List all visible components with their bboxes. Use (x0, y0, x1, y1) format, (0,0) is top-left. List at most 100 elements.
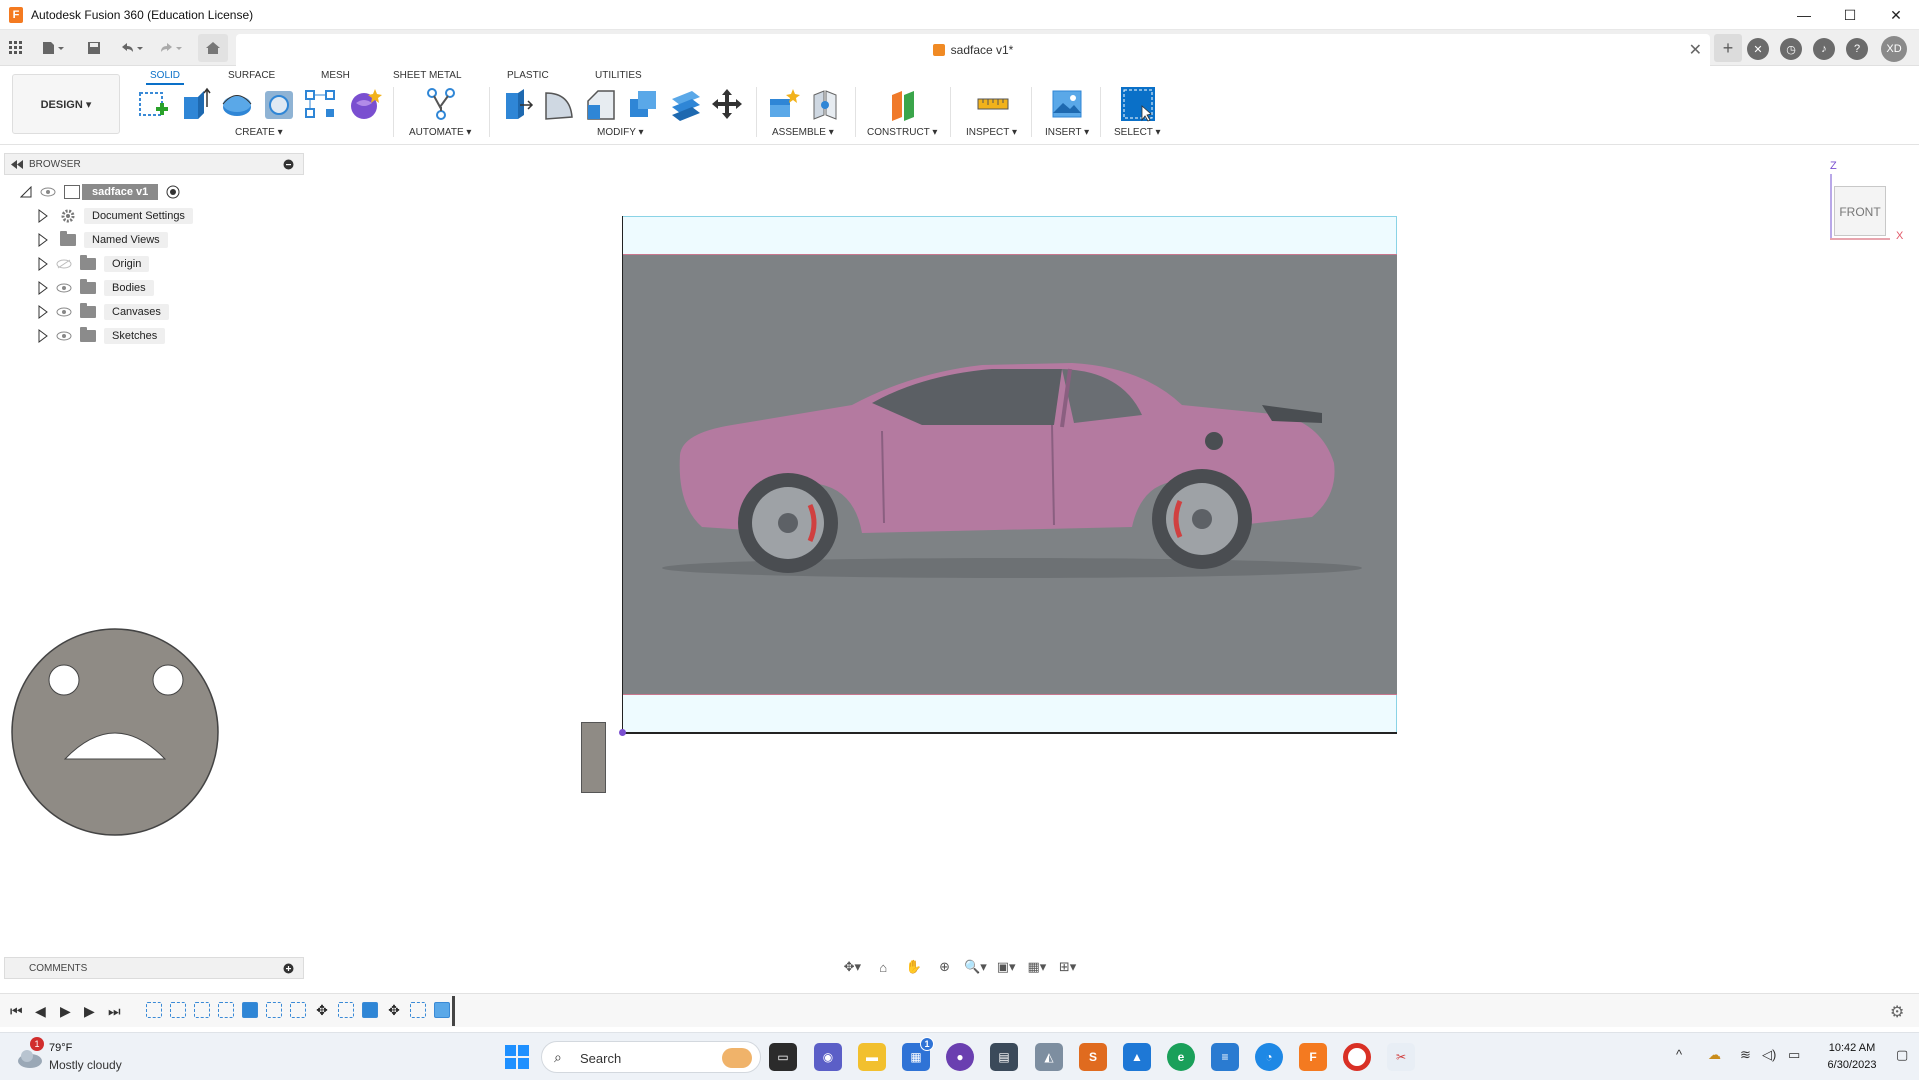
fillet-icon[interactable] (542, 87, 576, 121)
chrome-icon[interactable] (1343, 1043, 1371, 1071)
visibility-eye-icon[interactable] (56, 283, 72, 293)
notification-center-icon[interactable]: ▢ (1896, 1047, 1908, 1063)
timeline-extrude-feature[interactable] (362, 1002, 378, 1018)
browser-item-sketches[interactable]: Sketches (38, 326, 166, 346)
home-icon[interactable] (198, 34, 228, 62)
podcast-app-icon[interactable]: ● (946, 1043, 974, 1071)
pattern-icon[interactable] (304, 87, 338, 121)
teams-chat-icon[interactable]: ◉ (814, 1043, 842, 1071)
clock-date[interactable]: 6/30/2023 (1818, 1059, 1886, 1071)
save-icon[interactable] (84, 36, 104, 60)
messenger-icon[interactable]: ◔ (1255, 1043, 1283, 1071)
expand-triangle-icon[interactable] (38, 281, 48, 295)
browser-item-named-views[interactable]: Named Views (38, 230, 168, 250)
assemble-group-label[interactable]: ASSEMBLE ▾ (772, 127, 834, 138)
zoom-window-icon[interactable]: 🔍▾ (963, 957, 988, 977)
volume-icon[interactable]: ◁) (1762, 1047, 1776, 1063)
inspect-group-label[interactable]: INSPECT ▾ (966, 127, 1017, 138)
collapse-triangle-icon[interactable] (20, 186, 32, 198)
browser-pin-icon[interactable] (283, 159, 294, 170)
weather-widget[interactable]: 1 (16, 1037, 44, 1071)
file-menu-icon[interactable] (38, 36, 68, 60)
notepad-icon[interactable]: ≡ (1211, 1043, 1239, 1071)
expand-triangle-icon[interactable] (38, 305, 48, 319)
document-tab[interactable]: sadface v1* ✕ (236, 34, 1710, 66)
timeline-sketch-feature[interactable] (146, 1002, 162, 1018)
undo-icon[interactable] (116, 36, 146, 60)
move-copy-icon[interactable] (710, 87, 744, 121)
expand-triangle-icon[interactable] (38, 233, 48, 247)
viewcube-front-face[interactable]: FRONT (1834, 186, 1886, 236)
offset-face-icon[interactable] (668, 87, 702, 121)
chamfer-icon[interactable] (584, 87, 618, 121)
windows-start-icon[interactable] (505, 1045, 529, 1069)
go-to-start-icon[interactable]: ⏮ (10, 1003, 23, 1020)
revolve-icon[interactable] (220, 87, 254, 121)
create-sketch-icon[interactable] (136, 87, 170, 121)
extrude-icon[interactable] (178, 87, 212, 121)
viewports-icon[interactable]: ⊞▾ (1055, 957, 1080, 977)
task-manager-icon[interactable]: ◭ (1035, 1043, 1063, 1071)
modify-group-label[interactable]: MODIFY ▾ (597, 127, 644, 138)
origin-point[interactable] (619, 729, 626, 736)
browser-item-origin[interactable]: Origin (38, 254, 150, 274)
timeline-extrude-feature[interactable] (242, 1002, 258, 1018)
onedrive-icon[interactable]: ☁ (1708, 1047, 1721, 1063)
help-icon[interactable]: ? (1846, 38, 1868, 60)
user-avatar[interactable]: XD (1881, 36, 1907, 62)
comments-panel-header[interactable]: COMMENTS (4, 957, 304, 979)
joint-icon[interactable] (808, 87, 842, 121)
visibility-eye-icon[interactable] (40, 187, 56, 197)
tab-surface[interactable]: SURFACE (224, 68, 279, 83)
viewcube[interactable]: Z X FRONT (1826, 160, 1906, 242)
wifi-icon[interactable]: ≋ (1740, 1047, 1751, 1063)
browser-item-document-settings[interactable]: Document Settings (38, 206, 193, 226)
minimize-button[interactable]: — (1781, 0, 1827, 30)
step-forward-icon[interactable]: ▶ (84, 1003, 95, 1020)
add-comment-icon[interactable] (283, 963, 294, 974)
sadface-body[interactable] (10, 627, 220, 837)
display-settings-icon[interactable]: ▣▾ (994, 957, 1019, 977)
snipping-tool-icon[interactable]: ✂ (1387, 1043, 1415, 1071)
calculator-icon[interactable]: ▤ (990, 1043, 1018, 1071)
timeline-sketch-feature[interactable] (290, 1002, 306, 1018)
construct-group-label[interactable]: CONSTRUCT ▾ (867, 127, 937, 138)
extensions-icon[interactable]: ✕ (1747, 38, 1769, 60)
activate-component-icon[interactable] (166, 185, 180, 199)
rectangular-body[interactable] (581, 722, 606, 793)
offset-plane-icon[interactable] (886, 87, 920, 121)
redo-icon[interactable] (156, 36, 186, 60)
insert-group-label[interactable]: INSERT ▾ (1045, 127, 1089, 138)
automate-group-label[interactable]: AUTOMATE ▾ (409, 127, 471, 138)
browser-item-bodies[interactable]: Bodies (38, 278, 154, 298)
new-tab-icon[interactable]: + (1714, 34, 1742, 62)
expand-triangle-icon[interactable] (38, 329, 48, 343)
car-canvas-image[interactable] (622, 254, 1397, 695)
expand-triangle-icon[interactable] (38, 257, 48, 271)
tab-utilities[interactable]: UTILITIES (591, 68, 646, 83)
create-form-icon[interactable] (348, 87, 382, 121)
look-at-icon[interactable]: ⌂ (871, 957, 896, 977)
timeline-marker[interactable] (452, 996, 455, 1026)
document-tab-close-icon[interactable]: ✕ (1689, 40, 1702, 60)
edge-browser-icon[interactable]: e (1167, 1043, 1195, 1071)
combine-icon[interactable] (626, 87, 660, 121)
tab-mesh[interactable]: MESH (317, 68, 354, 83)
maximize-button[interactable]: ☐ (1827, 0, 1873, 30)
timeline-sketch-feature[interactable] (218, 1002, 234, 1018)
pan-icon[interactable]: ✋ (902, 957, 927, 977)
timeline-sketch-feature[interactable] (338, 1002, 354, 1018)
visibility-eye-icon[interactable] (56, 331, 72, 341)
file-explorer-icon[interactable]: ▬ (858, 1043, 886, 1071)
clock-time[interactable]: 10:42 AM (1822, 1042, 1882, 1054)
browser-item-canvases[interactable]: Canvases (38, 302, 169, 322)
timeline-sketch-feature[interactable] (410, 1002, 426, 1018)
automate-icon[interactable] (424, 87, 458, 121)
orbit-icon[interactable]: ✥▾ (840, 957, 865, 977)
show-hidden-icons[interactable]: ^ (1676, 1047, 1682, 1062)
timeline-sketch-feature[interactable] (266, 1002, 282, 1018)
timeline-sketch-feature[interactable] (170, 1002, 186, 1018)
sublime-text-icon[interactable]: S (1079, 1043, 1107, 1071)
grid-settings-icon[interactable]: ▦▾ (1025, 957, 1050, 977)
job-status-icon[interactable]: ◷ (1780, 38, 1802, 60)
